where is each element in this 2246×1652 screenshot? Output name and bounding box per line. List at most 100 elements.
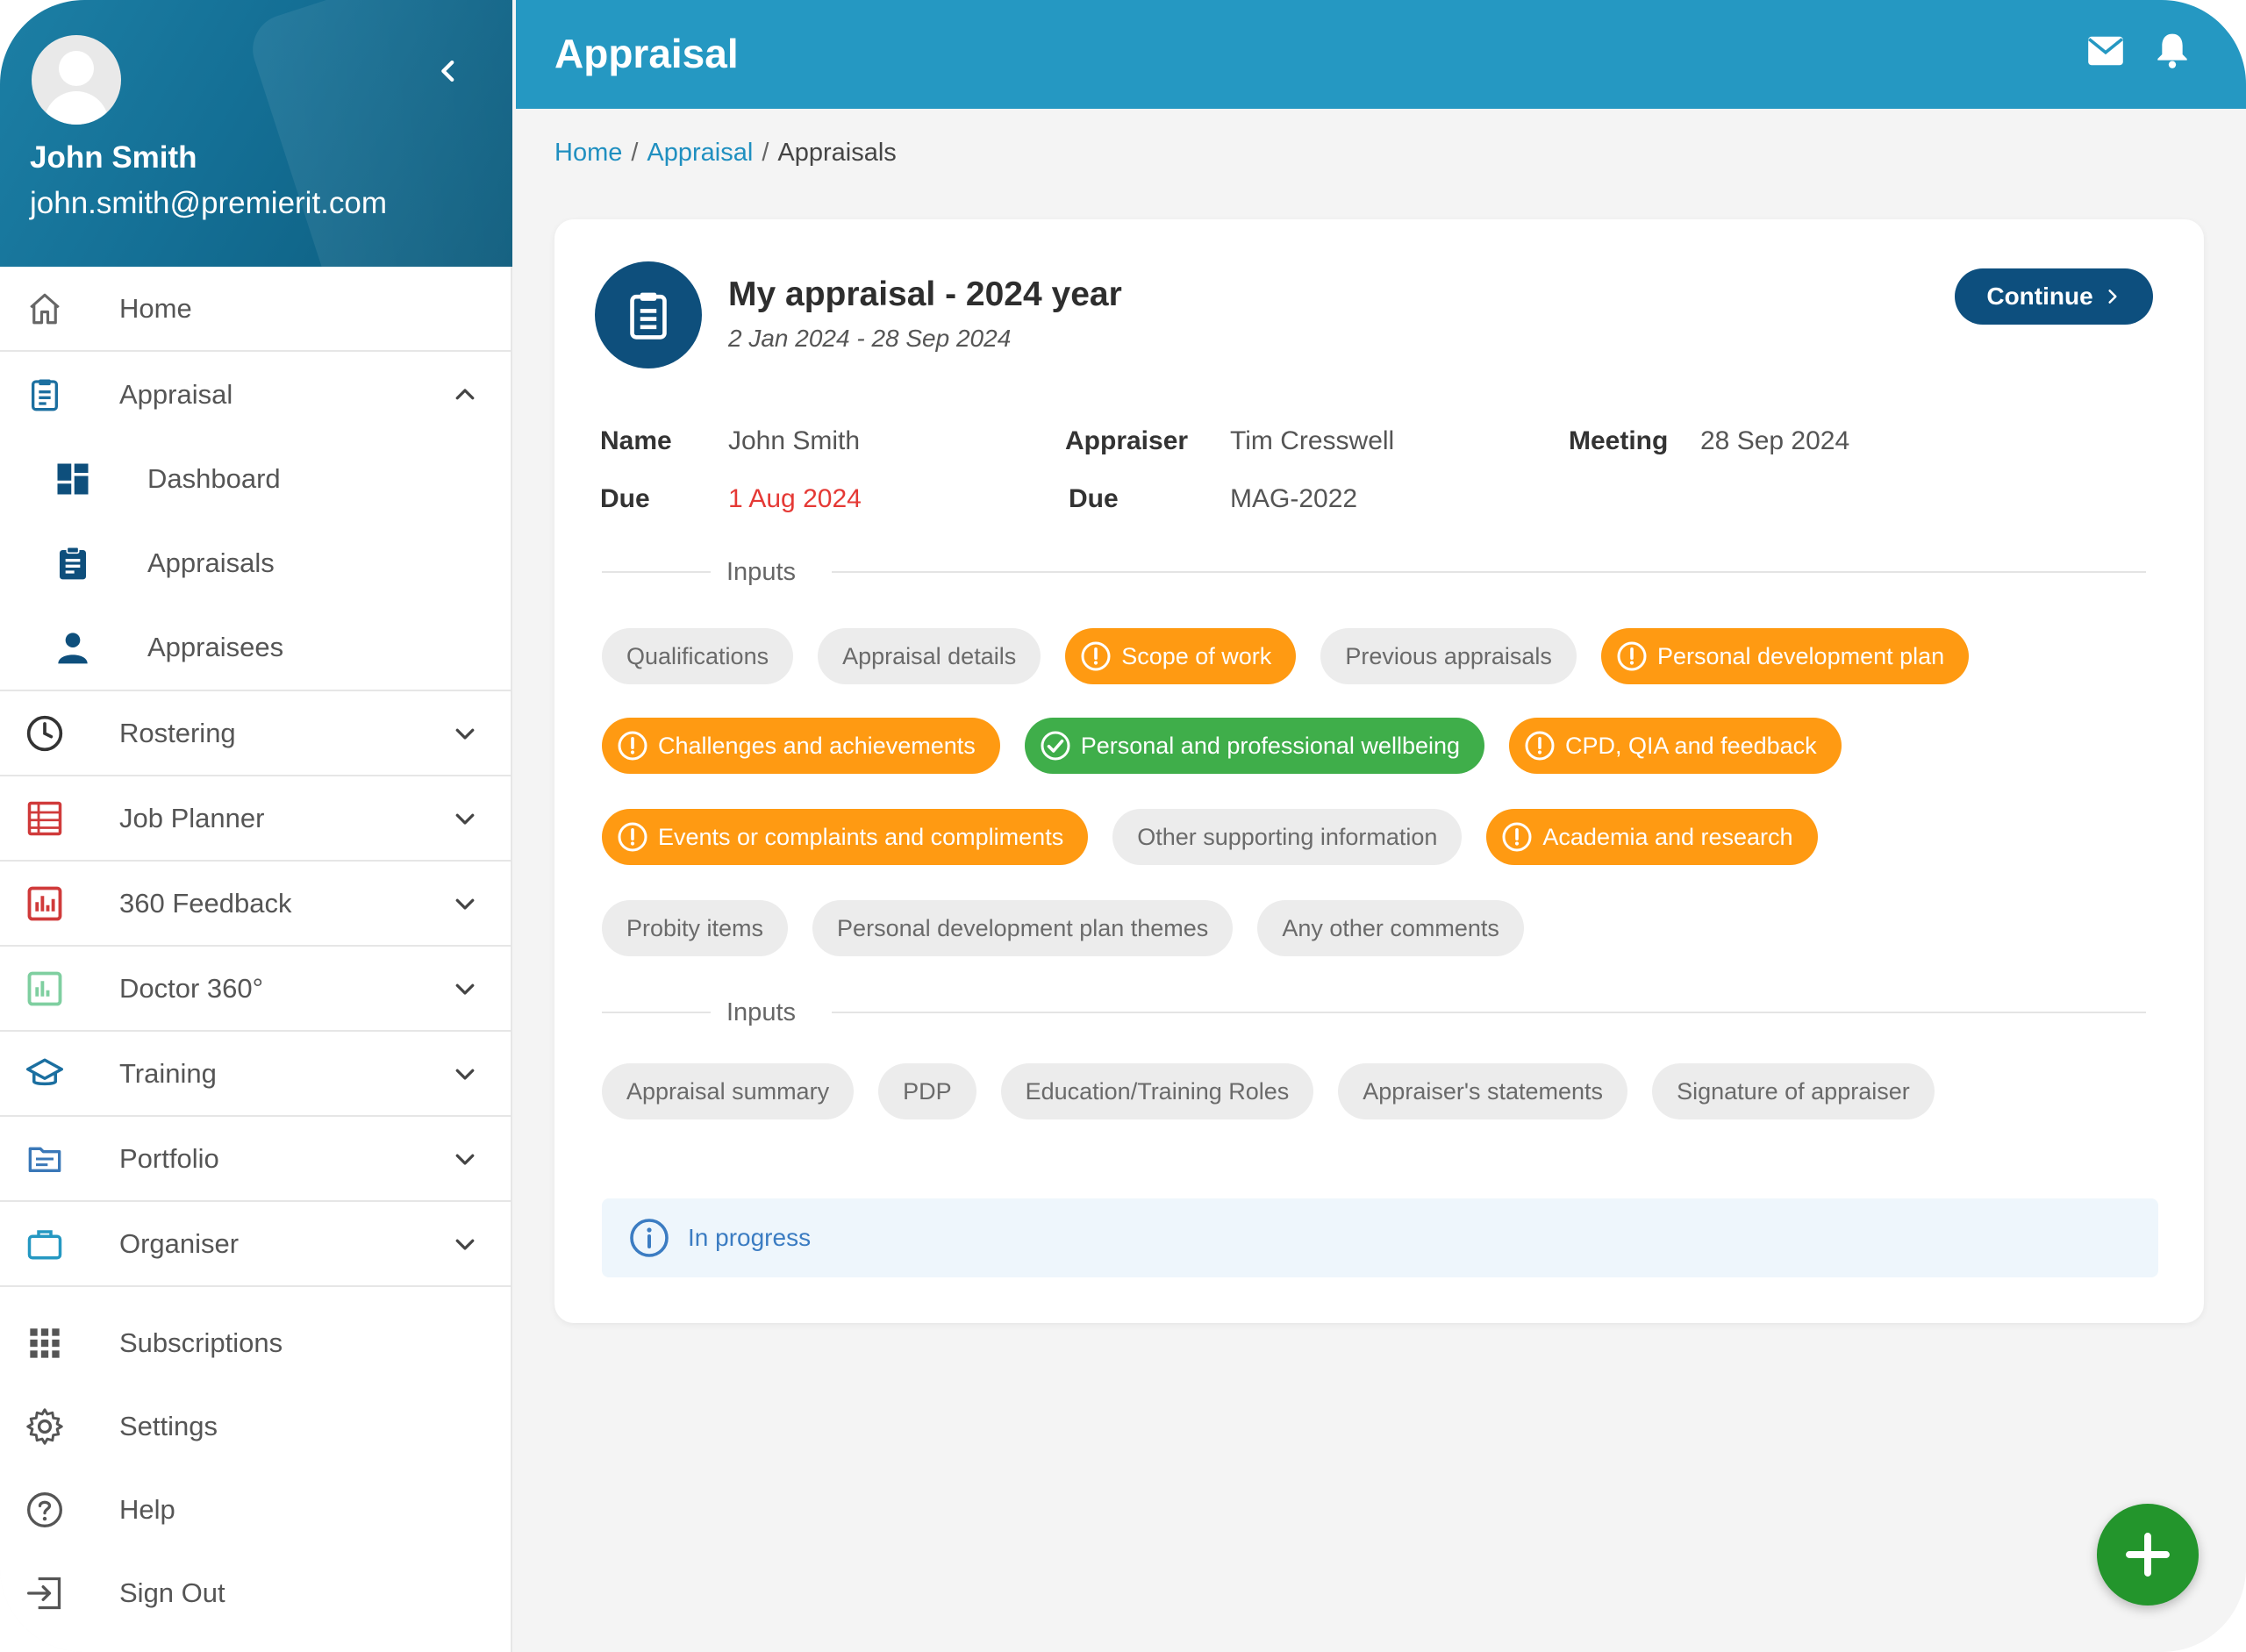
- chip-label: PDP: [903, 1077, 952, 1105]
- sidebar-item-subscriptions[interactable]: Subscriptions: [0, 1301, 512, 1384]
- sidebar-item-label: Help: [119, 1493, 175, 1525]
- chevron-down-icon[interactable]: [447, 1141, 483, 1176]
- breadcrumb-separator: /: [631, 139, 639, 167]
- chip-any-other-comments[interactable]: Any other comments: [1257, 900, 1524, 956]
- collapse-sidebar-button[interactable]: [430, 56, 467, 93]
- section-label: Inputs: [726, 998, 796, 1026]
- divider-line: [832, 571, 2146, 573]
- chip-pdp[interactable]: PDP: [878, 1063, 976, 1119]
- chevron-down-icon[interactable]: [447, 801, 483, 836]
- user-name: John Smith: [30, 140, 197, 175]
- continue-button[interactable]: Continue: [1955, 268, 2153, 325]
- inputs-section-header: Inputs: [602, 998, 2146, 1026]
- chip-label: Education/Training Roles: [1025, 1077, 1290, 1105]
- chip-appraisal-details[interactable]: Appraisal details: [818, 628, 1041, 684]
- chip-cpd-qia-and-feedback[interactable]: CPD, QIA and feedback: [1509, 718, 1842, 774]
- sidebar-item-help[interactable]: Help: [0, 1468, 512, 1551]
- chip-label: Challenges and achievements: [658, 732, 976, 759]
- sidebar-item-label: Rostering: [119, 717, 236, 748]
- warning-circle-icon: [1615, 640, 1649, 673]
- chip-appraisal-summary[interactable]: Appraisal summary: [602, 1063, 855, 1119]
- chip-challenges-and-achievements[interactable]: Challenges and achievements: [602, 718, 1000, 774]
- breadcrumb-separator: /: [762, 139, 769, 167]
- sidebar-subitem-appraisees[interactable]: Appraisees: [0, 605, 512, 690]
- due-value: 1 Aug 2024: [728, 484, 862, 513]
- sidebar-item-label: Subscriptions: [119, 1327, 283, 1358]
- clock-icon: [25, 713, 65, 754]
- sidebar-item-organiser[interactable]: Organiser: [0, 1202, 512, 1287]
- breadcrumb-home[interactable]: Home: [554, 139, 622, 167]
- name-label: Name: [600, 426, 672, 455]
- appraisal-group: Appraisal Dashboard Appraisals Appraisee…: [0, 352, 512, 691]
- chip-scope-of-work[interactable]: Scope of work: [1065, 628, 1297, 684]
- sidebar-item-label: 360 Feedback: [119, 887, 292, 919]
- clipboard-icon: [595, 261, 702, 368]
- sidebar-item-sign-out[interactable]: Sign Out: [0, 1551, 512, 1634]
- breadcrumb-current: Appraisals: [777, 139, 897, 167]
- chevron-down-icon[interactable]: [447, 1226, 483, 1262]
- chevron-down-icon[interactable]: [447, 1056, 483, 1091]
- warning-circle-icon: [616, 820, 649, 854]
- warning-circle-icon: [616, 729, 649, 762]
- due-label-secondary: Due: [1069, 484, 1119, 513]
- sidebar-item-home[interactable]: Home: [0, 267, 512, 352]
- chip-label: Probity items: [626, 914, 764, 941]
- chip-education-training-roles[interactable]: Education/Training Roles: [1000, 1063, 1314, 1119]
- chip-label: Qualifications: [626, 642, 769, 669]
- sidebar-item-label: Appraisal: [119, 378, 233, 410]
- chip-previous-appraisals[interactable]: Previous appraisals: [1320, 628, 1577, 684]
- chip-qualifications[interactable]: Qualifications: [602, 628, 794, 684]
- avatar[interactable]: [32, 35, 121, 125]
- add-button[interactable]: [2097, 1504, 2199, 1606]
- gear-icon: [25, 1406, 65, 1447]
- chevron-down-icon[interactable]: [447, 886, 483, 921]
- sidebar-subitem-label: Dashboard: [147, 463, 281, 494]
- help-icon: [25, 1490, 65, 1530]
- sidebar-item-portfolio[interactable]: Portfolio: [0, 1117, 512, 1202]
- due-label: Due: [600, 484, 650, 513]
- sidebar-item-rostering[interactable]: Rostering: [0, 691, 512, 776]
- name-value: John Smith: [728, 426, 861, 455]
- sidebar-item-appraisal[interactable]: Appraisal: [0, 352, 512, 437]
- plus-icon: [2126, 1533, 2170, 1577]
- chip-probity-items[interactable]: Probity items: [602, 900, 789, 956]
- sidebar-item-job-planner[interactable]: Job Planner: [0, 776, 512, 862]
- sidebar-item-360-feedback[interactable]: 360 Feedback: [0, 862, 512, 947]
- chip-pdp-themes[interactable]: Personal development plan themes: [812, 900, 1234, 956]
- sidebar-item-training[interactable]: Training: [0, 1032, 512, 1117]
- chevron-down-icon[interactable]: [447, 971, 483, 1006]
- appraiser-value: Tim Cresswell: [1230, 426, 1395, 455]
- mail-icon[interactable]: [2086, 35, 2125, 67]
- breadcrumb-appraisal[interactable]: Appraisal: [647, 139, 753, 167]
- sidebar-subitem-dashboard[interactable]: Dashboard: [0, 437, 512, 521]
- chip-label: Scope of work: [1121, 642, 1272, 669]
- home-icon: [25, 289, 65, 329]
- avatar-body-shape: [44, 91, 109, 125]
- chip-label: Signature of appraiser: [1677, 1077, 1910, 1105]
- chip-events-or-complaints[interactable]: Events or complaints and compliments: [602, 809, 1089, 865]
- sign-out-icon: [25, 1573, 65, 1613]
- status-banner: In progress: [602, 1198, 2158, 1277]
- inputs-section-header: Inputs: [602, 558, 2146, 586]
- chip-academia-and-research[interactable]: Academia and research: [1486, 809, 1818, 865]
- chip-label: CPD, QIA and feedback: [1565, 732, 1817, 759]
- chip-appraisers-statements[interactable]: Appraiser's statements: [1338, 1063, 1628, 1119]
- sidebar-item-doctor-360[interactable]: Doctor 360°: [0, 947, 512, 1032]
- chevron-up-icon[interactable]: [447, 377, 483, 412]
- appraisal-dates: 2 Jan 2024 - 28 Sep 2024: [728, 325, 1012, 352]
- chip-personal-development-plan[interactable]: Personal development plan: [1600, 628, 1970, 684]
- chip-personal-and-professional-wellbeing[interactable]: Personal and professional wellbeing: [1024, 718, 1485, 774]
- clipboard-icon: [53, 543, 93, 583]
- page-title: Appraisal: [554, 31, 739, 76]
- chip-signature-of-appraiser[interactable]: Signature of appraiser: [1652, 1063, 1935, 1119]
- bell-icon[interactable]: [2155, 30, 2190, 70]
- sidebar-subitem-label: Appraisees: [147, 632, 284, 662]
- chip-other-supporting-information[interactable]: Other supporting information: [1112, 809, 1463, 865]
- chip-label: Previous appraisals: [1345, 642, 1552, 669]
- top-bar: Appraisal: [516, 0, 2246, 109]
- chevron-down-icon[interactable]: [447, 716, 483, 751]
- sidebar-subitem-appraisals[interactable]: Appraisals: [0, 521, 512, 605]
- sidebar-item-settings[interactable]: Settings: [0, 1384, 512, 1468]
- warning-circle-icon: [1500, 820, 1534, 854]
- appraiser-label: Appraiser: [1065, 426, 1189, 455]
